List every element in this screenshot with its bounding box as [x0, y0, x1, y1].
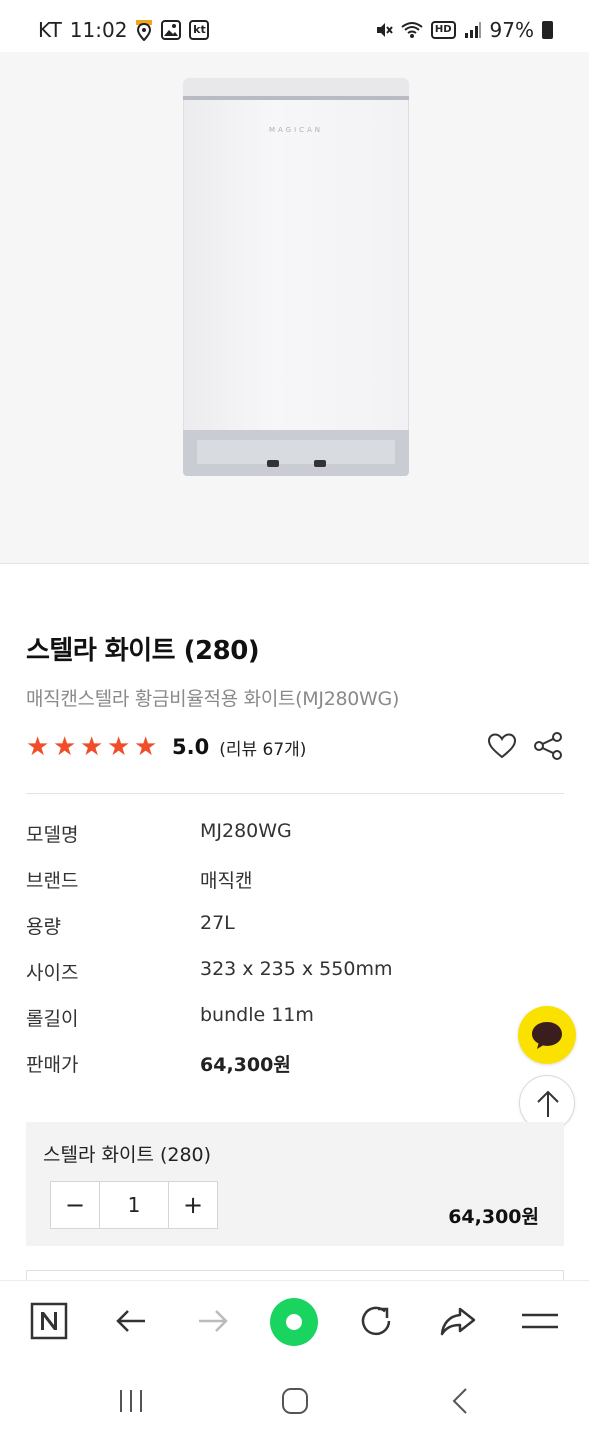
- bin-body: [183, 100, 409, 436]
- wifi-icon: [401, 22, 423, 38]
- spec-row-price: 판매가 64,300원: [26, 1050, 546, 1080]
- heart-icon[interactable]: [486, 730, 518, 762]
- product-title: 스텔라 화이트 (280): [26, 636, 260, 666]
- spec-value: MJ280WG: [200, 820, 292, 842]
- refresh-icon[interactable]: [356, 1301, 396, 1341]
- spec-value: 27L: [200, 912, 235, 934]
- status-left: KT 11:02 kt: [38, 18, 210, 42]
- system-nav-bar: [0, 1364, 589, 1440]
- status-bar: KT 11:02 kt HD 97%: [0, 0, 589, 60]
- signal-icon: [464, 22, 481, 38]
- spec-label: 브랜드: [26, 870, 79, 892]
- star-icon: ★: [26, 732, 50, 762]
- star-rating: ★ ★ ★ ★ ★: [26, 734, 160, 760]
- spec-label: 판매가: [26, 1054, 79, 1076]
- increase-button[interactable]: +: [169, 1182, 217, 1228]
- spec-label: 용량: [26, 916, 61, 938]
- menu-icon[interactable]: [520, 1301, 560, 1341]
- battery-percent: 97%: [489, 18, 534, 42]
- star-icon: ★: [134, 732, 158, 762]
- spec-value: bundle 11m: [200, 1004, 314, 1026]
- trash-bin-image: MAGICAN: [183, 78, 409, 476]
- spec-row-model: 모델명 MJ280WG: [26, 820, 546, 850]
- product-image[interactable]: MAGICAN: [0, 52, 589, 564]
- star-icon: ★: [80, 732, 104, 762]
- home-icon[interactable]: [270, 1298, 318, 1346]
- hd-voice-icon: HD: [430, 21, 456, 39]
- bin-base: [183, 430, 409, 476]
- spec-label: 모델명: [26, 824, 79, 846]
- clock: 11:02: [69, 18, 128, 42]
- chat-bubble-icon: [532, 1022, 562, 1049]
- recent-apps-icon[interactable]: [116, 1386, 146, 1416]
- naver-n-icon[interactable]: [29, 1301, 69, 1341]
- spec-row-size: 사이즈 323 x 235 x 550mm: [26, 958, 546, 988]
- bin-slot-right: [314, 460, 326, 467]
- bin-logo: MAGICAN: [268, 126, 324, 134]
- divider: [26, 793, 564, 794]
- spec-label: 롤길이: [26, 1008, 79, 1030]
- back-nav-icon[interactable]: [446, 1386, 476, 1416]
- quantity-stepper: − 1 +: [50, 1181, 218, 1229]
- bin-slot-left: [267, 460, 279, 467]
- mute-icon: [376, 23, 393, 37]
- star-icon: ★: [107, 732, 131, 762]
- gallery-icon: [161, 20, 182, 40]
- share-forward-icon[interactable]: [438, 1301, 478, 1341]
- forward-arrow-icon[interactable]: [193, 1301, 233, 1341]
- sale-price: 64,300원: [200, 1054, 291, 1076]
- rating-score: 5.0: [172, 735, 210, 759]
- quantity-value[interactable]: 1: [99, 1182, 169, 1228]
- battery-icon: [542, 21, 553, 39]
- next-section-edge: [26, 1270, 564, 1280]
- spec-row-capacity: 용량 27L: [26, 912, 546, 942]
- decrease-button[interactable]: −: [51, 1182, 99, 1228]
- status-right: HD 97%: [375, 18, 553, 42]
- browser-toolbar: [0, 1280, 589, 1364]
- back-arrow-icon[interactable]: [111, 1301, 151, 1341]
- spec-label: 사이즈: [26, 962, 79, 984]
- home-nav-icon[interactable]: [280, 1386, 310, 1416]
- bin-base-panel: [197, 440, 395, 464]
- spec-value: 323 x 235 x 550mm: [200, 958, 393, 980]
- carrier-label: KT: [38, 18, 62, 42]
- option-name: 스텔라 화이트 (280): [43, 1144, 212, 1166]
- map-pin-icon: [136, 20, 153, 41]
- selected-option-box: 스텔라 화이트 (280) − 1 + 64,300원: [26, 1122, 564, 1246]
- kakao-chat-button[interactable]: [518, 1006, 576, 1064]
- review-count[interactable]: (리뷰 67개): [219, 735, 306, 760]
- spec-row-roll-length: 롤길이 bundle 11m: [26, 1004, 546, 1034]
- rating-row[interactable]: ★ ★ ★ ★ ★ 5.0 (리뷰 67개): [26, 732, 306, 762]
- kt-app-icon: kt: [189, 20, 210, 40]
- star-icon: ★: [53, 732, 77, 762]
- spec-value: 매직캔: [200, 870, 253, 892]
- spec-row-brand: 브랜드 매직캔: [26, 866, 546, 896]
- bin-lid: [183, 78, 409, 100]
- option-price: 64,300원: [448, 1206, 539, 1228]
- share-icon[interactable]: [532, 730, 564, 762]
- product-subtitle: 매직캔스텔라 황금비율적용 화이트(MJ280WG): [26, 688, 400, 710]
